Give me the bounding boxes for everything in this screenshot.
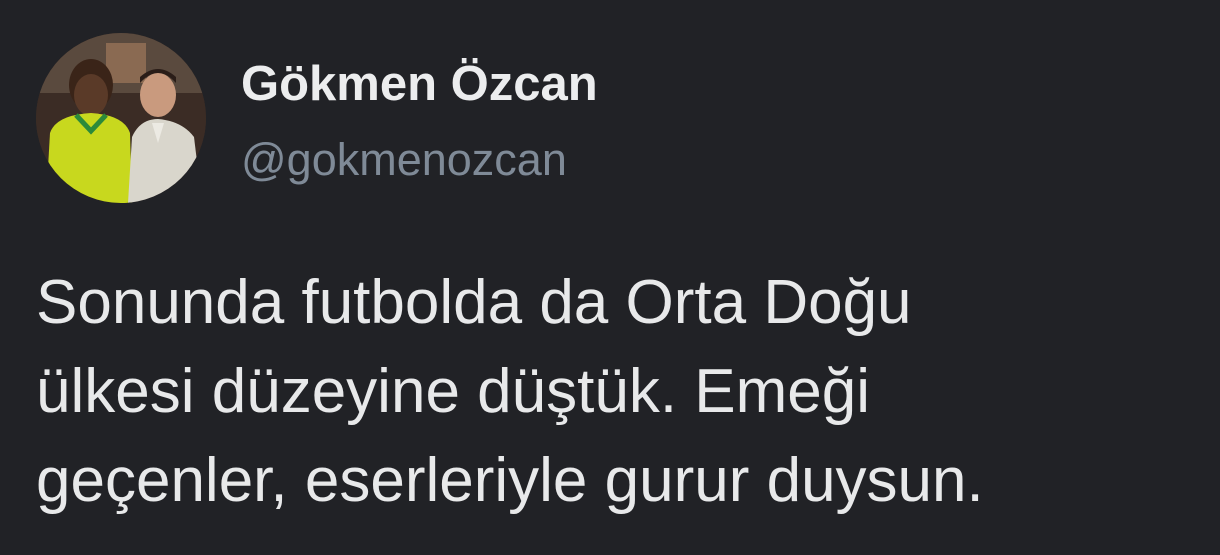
avatar[interactable]: [36, 33, 206, 203]
tweet-text-line: ülkesi düzeyine düştük. Emeği: [36, 357, 871, 426]
tweet-card: Gökmen Özcan @gokmenozcan Sonunda futbol…: [0, 0, 1220, 555]
tweet-text-line: geçenler, eserleriyle gurur duysun.: [36, 446, 984, 515]
tweet-text: Sonunda futbolda da Orta Doğu ülkesi düz…: [36, 258, 1196, 525]
author-display-name[interactable]: Gökmen Özcan: [241, 54, 598, 114]
profile-photo-icon: [36, 33, 206, 203]
tweet-text-line: Sonunda futbolda da Orta Doğu: [36, 268, 912, 337]
author-handle[interactable]: @gokmenozcan: [241, 133, 567, 187]
